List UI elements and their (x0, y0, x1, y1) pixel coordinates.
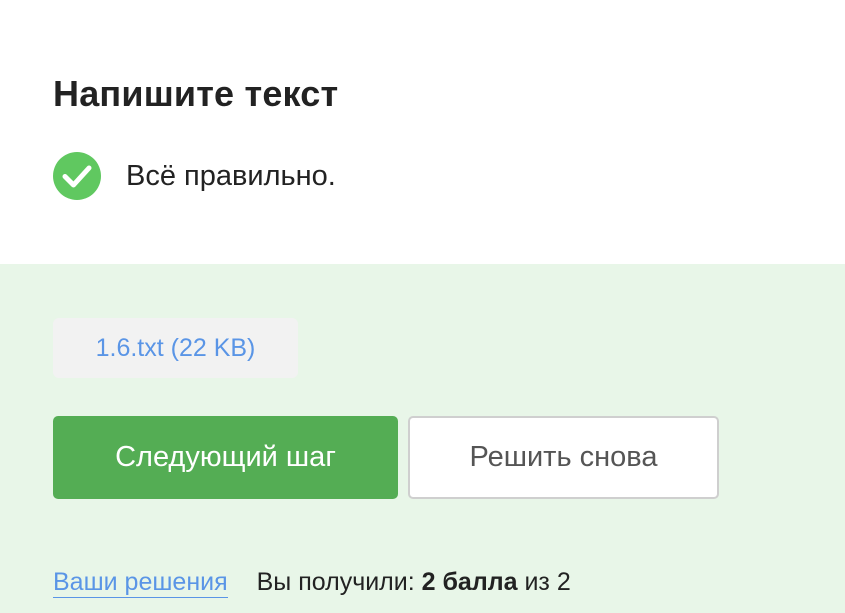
result-status: Всё правильно. (53, 152, 336, 200)
score-suffix: из 2 (524, 567, 571, 596)
score-points: 2 балла (421, 567, 518, 596)
score-text: Вы получили: 2 балла из 2 (257, 568, 571, 597)
check-circle-icon (53, 152, 101, 200)
score-prefix: Вы получили: (256, 567, 415, 596)
result-panel: 1.6.txt (22 KB) Следующий шаг Решить сно… (0, 264, 845, 613)
score-footer: Ваши решения Вы получили: 2 балла из 2 (53, 564, 571, 600)
solve-again-button[interactable]: Решить снова (408, 416, 719, 499)
attachment-download-link[interactable]: 1.6.txt (22 KB) (53, 318, 298, 378)
your-solutions-link[interactable]: Ваши решения (53, 567, 228, 598)
task-header: Напишите текст Всё правильно. (0, 0, 845, 264)
next-step-button[interactable]: Следующий шаг (53, 416, 398, 499)
page-title: Напишите текст (53, 73, 339, 114)
result-message: Всё правильно. (126, 159, 336, 192)
